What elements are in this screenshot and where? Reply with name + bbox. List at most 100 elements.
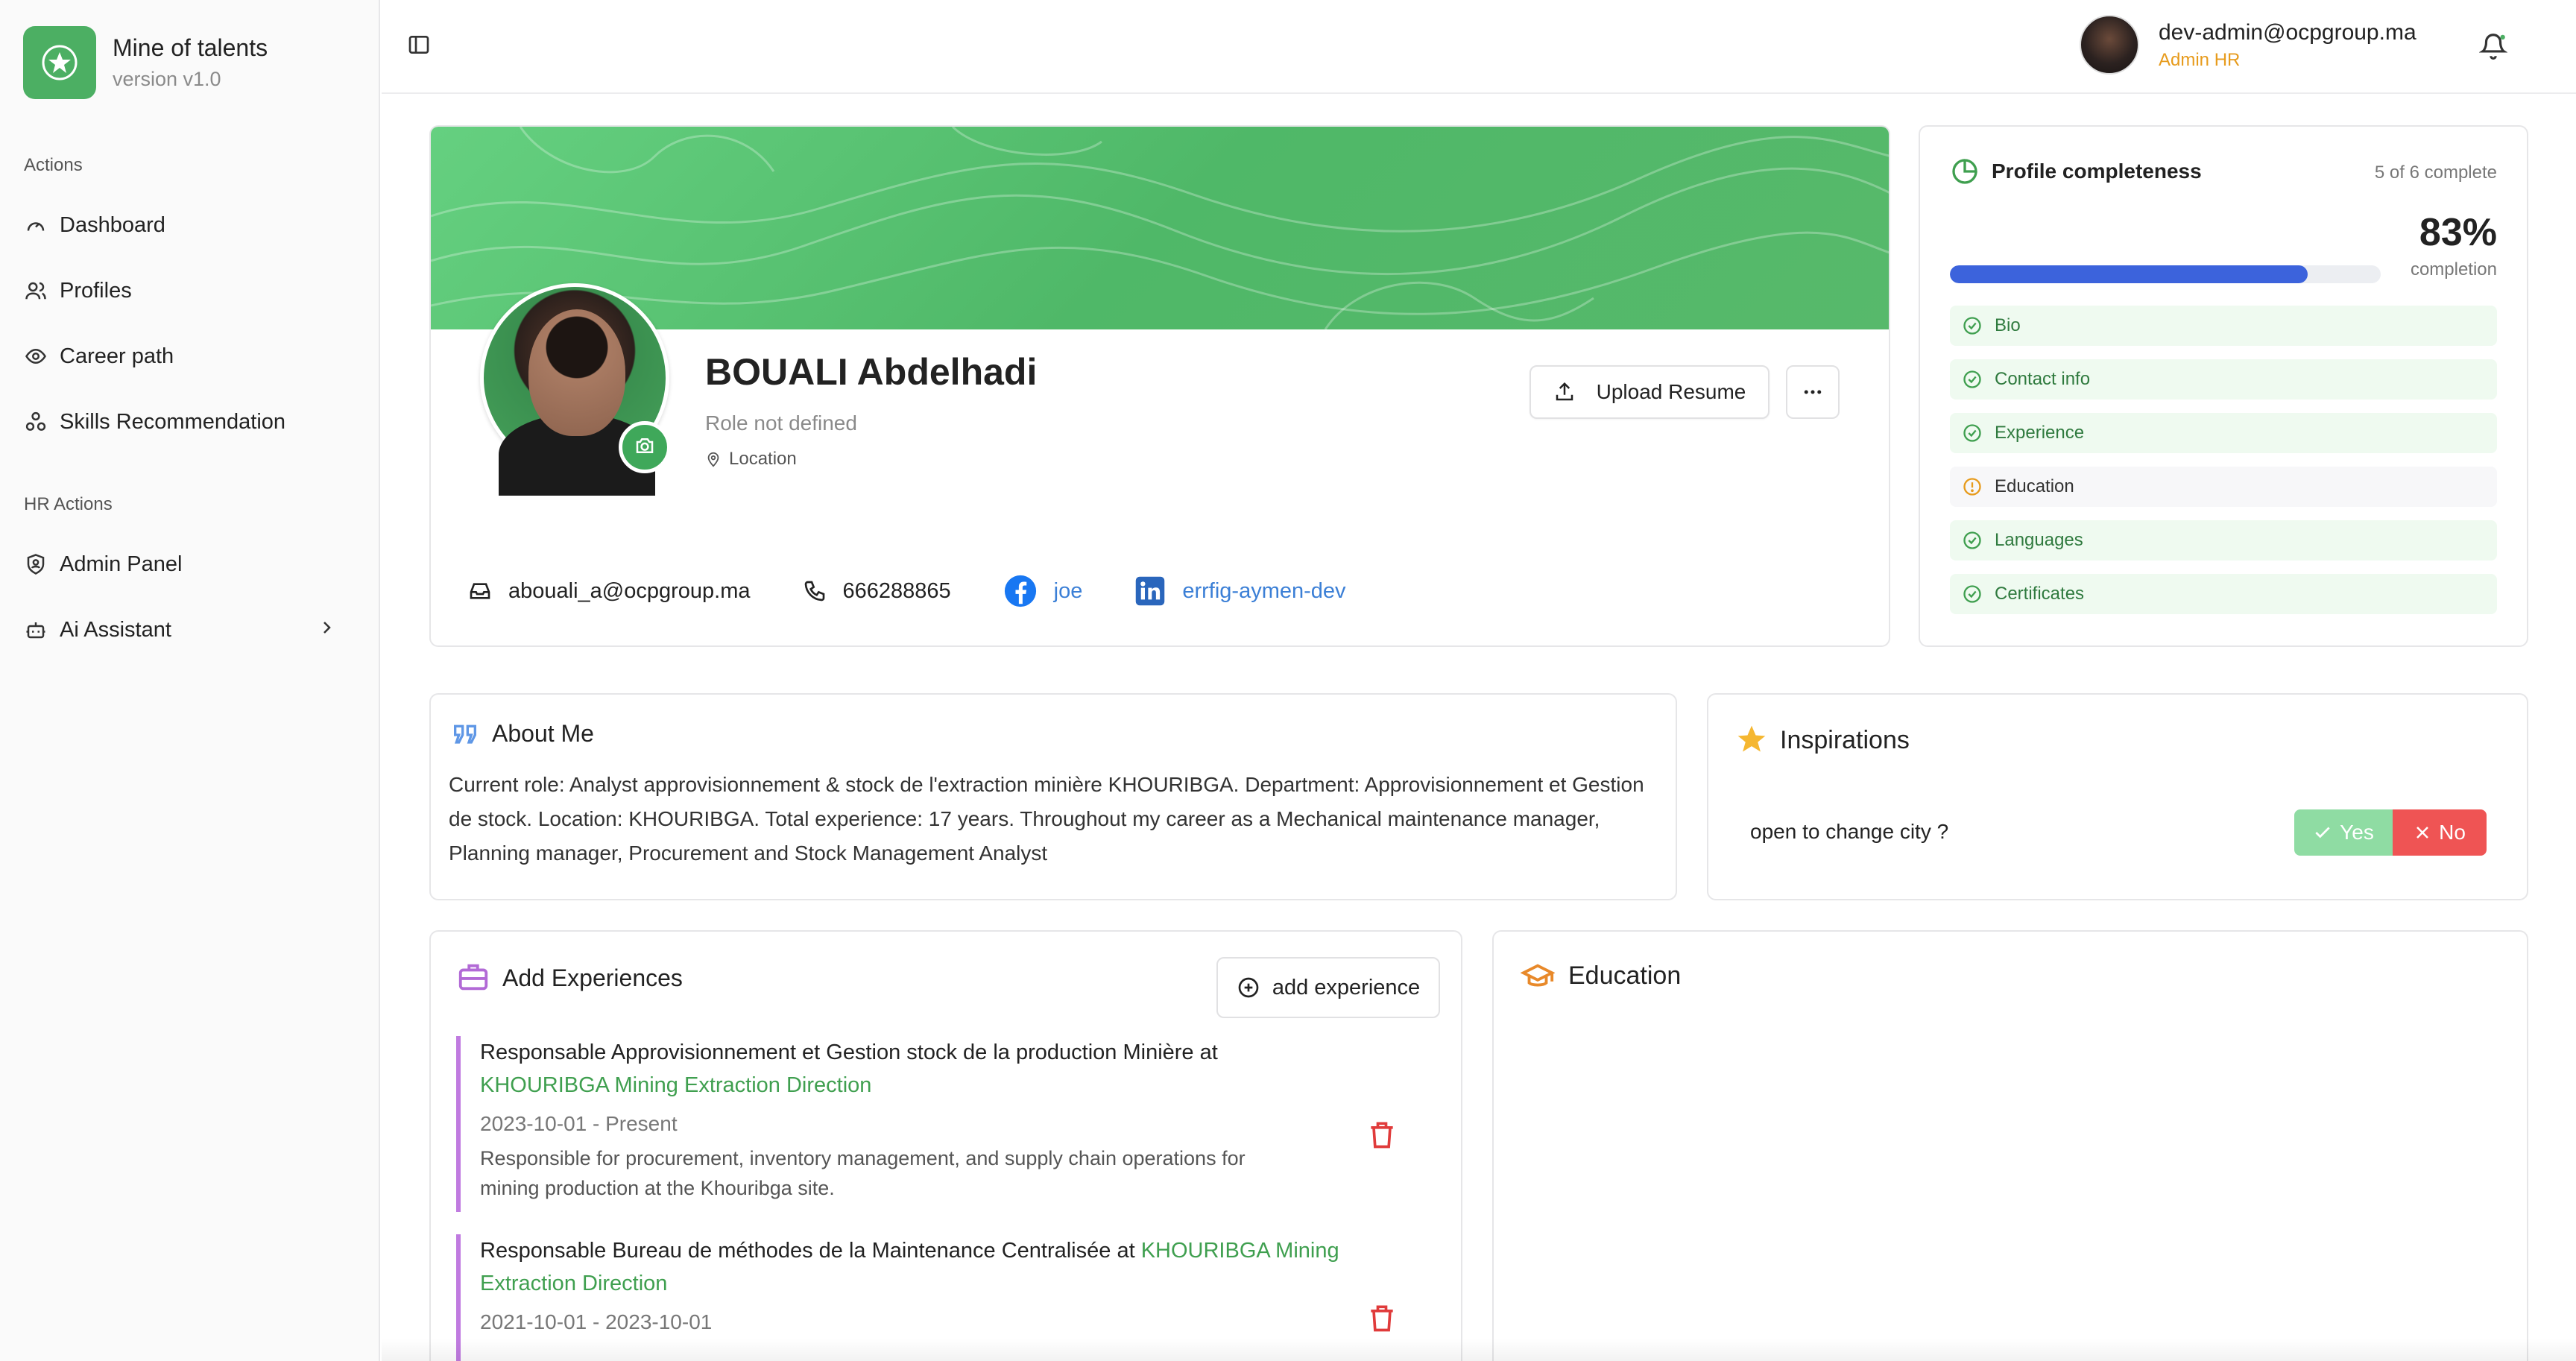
app-title: Mine of talents: [113, 34, 268, 61]
sidebar-item-admin-panel[interactable]: Admin Panel: [22, 540, 358, 588]
no-label: No: [2439, 821, 2466, 844]
profile-location-text: Location: [729, 449, 797, 469]
yes-label: Yes: [2340, 821, 2374, 844]
actions-section-label: Actions: [24, 155, 83, 175]
sidebar-toggle-icon[interactable]: [407, 33, 431, 60]
yes-button[interactable]: Yes: [2294, 809, 2393, 856]
completeness-item-label: Bio: [1995, 315, 2021, 335]
sidebar-item-label: Skills Recommendation: [60, 409, 286, 434]
experience-dates: 2021-10-01 - 2023-10-01: [480, 1310, 713, 1333]
completeness-item-education: Education: [1950, 467, 2497, 507]
completeness-progress-fill: [1950, 265, 2308, 283]
sidebar-item-label: Dashboard: [60, 212, 165, 237]
sidebar-item-skills-recommendation[interactable]: Skills Recommendation: [22, 398, 358, 446]
briefcase-icon: [456, 960, 490, 998]
upload-resume-label: Upload Resume: [1596, 380, 1746, 403]
sidebar-item-career-path[interactable]: Career path: [22, 332, 358, 380]
close-icon: [2416, 827, 2428, 839]
contact-linkedin-text: errfig-aymen-dev: [1182, 578, 1346, 603]
contact-linkedin[interactable]: errfig-aymen-dev: [1134, 575, 1346, 607]
inbox-icon: [470, 583, 490, 599]
check-circle-icon: [1963, 370, 1981, 388]
sidebar-item-label: Admin Panel: [60, 552, 183, 576]
shield-icon: [22, 551, 49, 578]
add-experience-button[interactable]: add experience: [1216, 957, 1440, 1018]
completeness-percent: 83%: [2419, 211, 2497, 254]
profile-completeness-card: Profile completeness 5 of 6 complete 83%…: [1919, 125, 2528, 647]
profile-role: Role not defined: [705, 411, 857, 435]
camera-icon: [634, 435, 656, 461]
contact-email-text: abouali_a@ocpgroup.ma: [508, 578, 751, 603]
trash-icon[interactable]: [1366, 1301, 1398, 1338]
phone-icon: [804, 581, 824, 601]
check-circle-icon: [1963, 317, 1981, 335]
topbar: dev-admin@ocpgroup.ma Admin HR: [382, 0, 2576, 94]
completeness-item-label: Contact info: [1995, 369, 2091, 389]
eye-icon: [22, 343, 49, 370]
hr-actions-section-label: HR Actions: [24, 494, 113, 514]
completeness-item-languages: Languages: [1950, 520, 2497, 560]
scroll-shadow: [382, 1339, 2576, 1361]
experience-description: Responsible for procurement, inventory m…: [480, 1147, 1246, 1199]
sidebar-item-profiles[interactable]: Profiles: [22, 267, 358, 315]
profile-name: BOUALI Abdelhadi: [705, 351, 1038, 393]
star-icon: [1735, 723, 1768, 760]
gauge-icon: [22, 212, 49, 239]
relocation-question: open to change city ?: [1750, 820, 1949, 843]
more-options-button[interactable]: [1786, 365, 1840, 419]
profile-location: Location: [705, 449, 797, 470]
check-circle-icon: [1963, 424, 1981, 442]
experience-title: Responsable Approvisionnement et Gestion…: [480, 1041, 1218, 1064]
experiences-card: Add Experiences add experience Responsab…: [429, 930, 1462, 1361]
user-email: dev-admin@ocpgroup.ma: [2159, 20, 2416, 45]
experience-title: Responsable Bureau de méthodes de la Mai…: [480, 1239, 1135, 1263]
contact-phone[interactable]: 666288865: [803, 579, 951, 604]
check-circle-icon: [1963, 585, 1981, 603]
completeness-item-label: Education: [1995, 476, 2074, 496]
plus-circle-icon: [1238, 977, 1259, 998]
contact-facebook[interactable]: joe: [1003, 574, 1083, 608]
sidebar-item-label: Career path: [60, 344, 174, 368]
contact-facebook-text: joe: [1053, 578, 1083, 603]
network-icon: [22, 408, 49, 435]
experience-company[interactable]: KHOURIBGA Mining Extraction Direction: [480, 1073, 871, 1097]
profile-banner: [431, 127, 1889, 330]
app-version: version v1.0: [113, 68, 221, 90]
experiences-title: Add Experiences: [502, 964, 683, 991]
inspirations-card: Inspirations open to change city ? Yes N…: [1707, 693, 2528, 900]
trash-icon[interactable]: [1366, 1118, 1398, 1155]
completeness-item-experience: Experience: [1950, 413, 2497, 453]
inspirations-title: Inspirations: [1780, 726, 1910, 754]
users-icon: [22, 277, 49, 304]
sidebar-item-label: Profiles: [60, 278, 132, 303]
user-menu[interactable]: dev-admin@ocpgroup.ma Admin HR: [2080, 15, 2416, 75]
user-avatar: [2080, 15, 2139, 75]
contact-phone-text: 666288865: [842, 578, 951, 603]
sidebar-item-label: Ai Assistant: [60, 617, 171, 642]
pie-chart-icon: [1950, 157, 1980, 190]
facebook-icon: [1004, 575, 1036, 607]
bell-icon[interactable]: [2478, 31, 2508, 63]
app-logo-icon: [23, 26, 96, 99]
ellipsis-icon: [1804, 390, 1822, 394]
graduation-cap-icon: [1520, 960, 1556, 998]
linkedin-icon: [1136, 576, 1165, 606]
sidebar-item-dashboard[interactable]: Dashboard: [22, 201, 358, 249]
completeness-count: 5 of 6 complete: [2374, 162, 2497, 183]
alert-circle-icon: [1963, 478, 1981, 496]
completeness-item-bio: Bio: [1950, 306, 2497, 346]
experience-heading: Responsable Bureau de méthodes de la Mai…: [480, 1234, 1352, 1300]
upload-resume-button[interactable]: Upload Resume: [1530, 365, 1770, 419]
no-button[interactable]: No: [2393, 809, 2487, 856]
sidebar-item-ai-assistant[interactable]: Ai Assistant: [22, 606, 358, 654]
contact-email[interactable]: abouali_a@ocpgroup.ma: [468, 579, 751, 604]
about-me-title: About Me: [492, 720, 594, 747]
change-photo-button[interactable]: [619, 421, 671, 473]
brand[interactable]: Mine of talents version v1.0: [23, 26, 268, 99]
completeness-item-contact-info: Contact info: [1950, 359, 2497, 400]
experience-item: Responsable Approvisionnement et Gestion…: [456, 1036, 1425, 1212]
sidebar: Mine of talents version v1.0 Actions Das…: [0, 0, 380, 1361]
completeness-item-label: Languages: [1995, 530, 2083, 550]
bot-icon: [22, 616, 49, 643]
completeness-progress-bar: [1950, 265, 2381, 283]
